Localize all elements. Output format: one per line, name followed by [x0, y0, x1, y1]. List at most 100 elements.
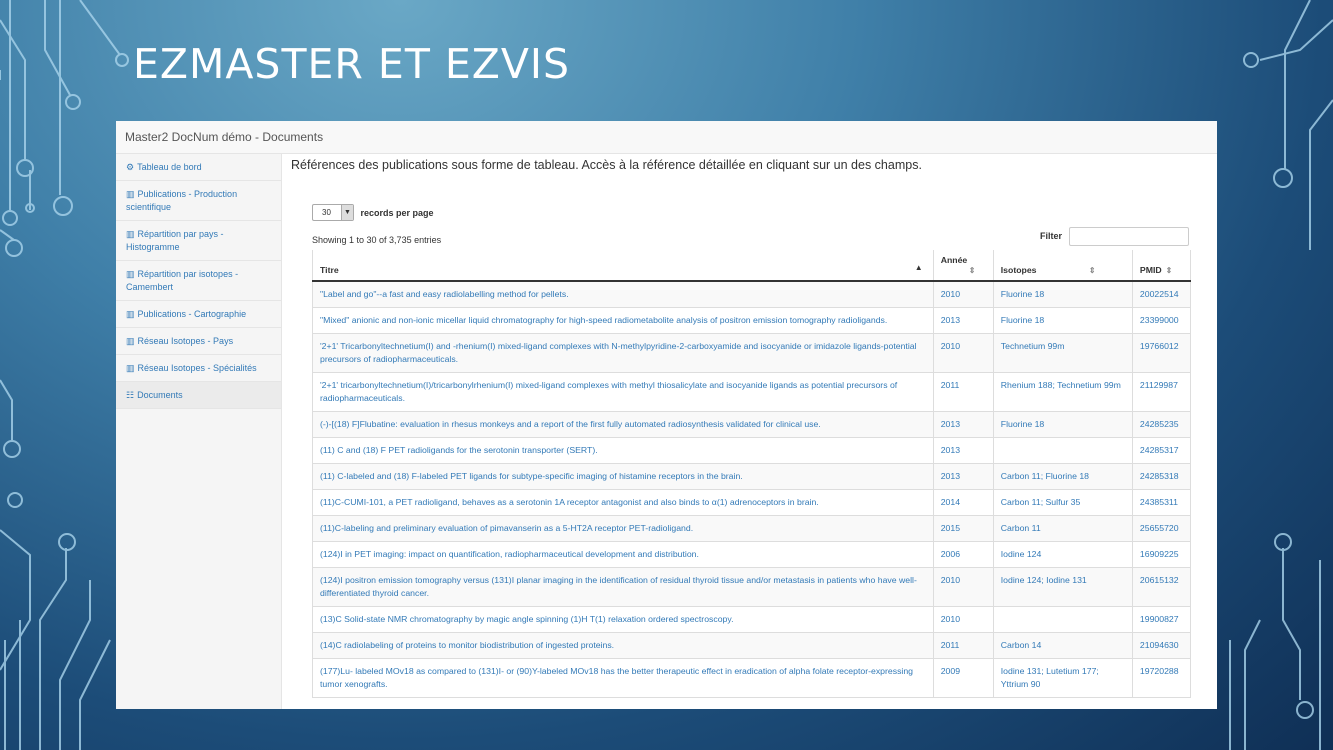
app-title[interactable]: Master2 DocNum démo - Documents: [125, 130, 323, 144]
cell-isotopes[interactable]: Rhenium 188; Technetium 99m: [992, 372, 1133, 412]
sort-icon: ⇕: [968, 266, 976, 275]
chevron-down-icon: ▼: [341, 205, 353, 220]
cell-isotopes[interactable]: Technetium 99m: [992, 333, 1133, 373]
cell-title[interactable]: (11) C-labeled and (18) F-labeled PET li…: [312, 463, 934, 490]
cell-year[interactable]: 2011: [932, 632, 994, 659]
cell-year[interactable]: 2011: [932, 372, 994, 412]
cell-title[interactable]: (11)C-CUMI-101, a PET radioligand, behav…: [312, 489, 934, 516]
filter-input[interactable]: [1068, 227, 1189, 246]
cell-pmid[interactable]: 24285235: [1131, 411, 1192, 438]
page-size-select[interactable]: 30 ▼: [312, 204, 354, 221]
table-row[interactable]: '2+1' Tricarbonyltechnetium(I) and -rhen…: [312, 333, 1192, 373]
cell-pmid[interactable]: 25655720: [1131, 515, 1192, 542]
cell-year[interactable]: 2014: [932, 489, 994, 516]
sidebar-item-label: Tableau de bord: [137, 162, 202, 172]
cell-pmid[interactable]: 20022514: [1131, 281, 1192, 308]
cell-title[interactable]: (-)-[(18) F]Flubatine: evaluation in rhe…: [312, 411, 934, 438]
sidebar-item-label: Réseau Isotopes - Spécialités: [137, 363, 257, 373]
cell-year[interactable]: 2010: [932, 333, 994, 373]
cell-pmid[interactable]: 19720288: [1131, 658, 1192, 698]
sidebar-item-documents[interactable]: ☷ Documents: [116, 382, 281, 409]
cell-title[interactable]: (11) C and (18) F PET radioligands for t…: [312, 437, 934, 464]
cell-title[interactable]: (14)C radiolabeling of proteins to monit…: [312, 632, 934, 659]
cell-pmid[interactable]: 21094630: [1131, 632, 1192, 659]
cell-pmid[interactable]: 20615132: [1131, 567, 1192, 607]
cell-pmid[interactable]: 23399000: [1131, 307, 1192, 334]
cell-title[interactable]: '2+1' Tricarbonyltechnetium(I) and -rhen…: [312, 333, 934, 373]
sidebar-item-reseau-specialites[interactable]: ▥ Réseau Isotopes - Spécialités: [116, 355, 281, 382]
cell-isotopes[interactable]: Fluorine 18: [992, 307, 1133, 334]
cell-title[interactable]: (124)I in PET imaging: impact on quantif…: [312, 541, 934, 568]
cell-title[interactable]: (11)C-labeling and preliminary evaluatio…: [312, 515, 934, 542]
table-row[interactable]: (11) C and (18) F PET radioligands for t…: [312, 437, 1192, 464]
cell-pmid[interactable]: 19900827: [1131, 606, 1192, 633]
table-row[interactable]: (11) C-labeled and (18) F-labeled PET li…: [312, 463, 1192, 490]
cell-isotopes[interactable]: Carbon 14: [992, 632, 1133, 659]
page-size-value: 30: [322, 208, 331, 217]
sidebar-item-publications[interactable]: ▥ Publications - Production scientifique: [116, 181, 281, 221]
cell-year[interactable]: 2009: [932, 658, 994, 698]
cell-year[interactable]: 2010: [932, 567, 994, 607]
cell-pmid[interactable]: 24285317: [1131, 437, 1192, 464]
cell-pmid[interactable]: 21129987: [1131, 372, 1192, 412]
sort-icon: ⇕: [1165, 266, 1173, 275]
table-row[interactable]: (11)C-CUMI-101, a PET radioligand, behav…: [312, 489, 1192, 516]
cell-pmid[interactable]: 19766012: [1131, 333, 1192, 373]
sidebar-item-cartographie[interactable]: ▥ Publications - Cartographie: [116, 301, 281, 328]
cell-isotopes[interactable]: Iodine 131; Lutetium 177; Yttrium 90: [992, 658, 1133, 698]
cell-title[interactable]: (13)C Solid-state NMR chromatography by …: [312, 606, 934, 633]
bar-chart-icon: ▥: [126, 269, 135, 279]
table-row[interactable]: (11)C-labeling and preliminary evaluatio…: [312, 515, 1192, 542]
sidebar-item-reseau-pays[interactable]: ▥ Réseau Isotopes - Pays: [116, 328, 281, 355]
table-row[interactable]: "Mixed" anionic and non-ionic micellar l…: [312, 307, 1192, 334]
cell-title[interactable]: "Label and go"--a fast and easy radiolab…: [312, 281, 934, 308]
cell-year[interactable]: 2013: [932, 463, 994, 490]
records-per-page-label: records per page: [360, 207, 434, 218]
sidebar-item-label: Répartition par pays - Histogramme: [126, 229, 224, 252]
cell-isotopes[interactable]: Fluorine 18: [992, 411, 1133, 438]
cell-isotopes[interactable]: Iodine 124: [992, 541, 1133, 568]
table-row[interactable]: (14)C radiolabeling of proteins to monit…: [312, 632, 1192, 659]
cell-year[interactable]: 2010: [932, 606, 994, 633]
cell-title[interactable]: (124)I positron emission tomography vers…: [312, 567, 934, 607]
cell-title[interactable]: "Mixed" anionic and non-ionic micellar l…: [312, 307, 934, 334]
cell-pmid[interactable]: 24385311: [1131, 489, 1192, 516]
table-row[interactable]: (177)Lu- labeled MOv18 as compared to (1…: [312, 658, 1192, 698]
sidebar-item-repartition-pays[interactable]: ▥ Répartition par pays - Histogramme: [116, 221, 281, 261]
cell-year[interactable]: 2013: [932, 411, 994, 438]
cell-year[interactable]: 2013: [932, 437, 994, 464]
cell-year[interactable]: 2015: [932, 515, 994, 542]
cell-pmid[interactable]: 16909225: [1131, 541, 1192, 568]
cell-isotopes[interactable]: Carbon 11; Fluorine 18: [992, 463, 1133, 490]
table-row[interactable]: (-)-[(18) F]Flubatine: evaluation in rhe…: [312, 411, 1192, 438]
column-header-isotopes[interactable]: Isotopes ⇕: [992, 250, 1133, 282]
documents-table: Titre ▲ Année ⇕ Isotopes ⇕ PMID ⇕ "Label…: [312, 250, 1192, 698]
app-navbar: Master2 DocNum démo - Documents: [116, 121, 1217, 154]
cell-isotopes[interactable]: Iodine 124; Iodine 131: [992, 567, 1133, 607]
table-row[interactable]: "Label and go"--a fast and easy radiolab…: [312, 281, 1192, 308]
table-row[interactable]: '2+1' tricarbonyltechnetium(I)/tricarbon…: [312, 372, 1192, 412]
sidebar-item-label: Répartition par isotopes - Camembert: [126, 269, 239, 292]
entries-info: Showing 1 to 30 of 3,735 entries: [312, 235, 442, 245]
cell-title[interactable]: '2+1' tricarbonyltechnetium(I)/tricarbon…: [312, 372, 934, 412]
column-header-annee[interactable]: Année ⇕: [932, 250, 994, 282]
cell-year[interactable]: 2006: [932, 541, 994, 568]
table-row[interactable]: (124)I positron emission tomography vers…: [312, 567, 1192, 607]
table-row[interactable]: (13)C Solid-state NMR chromatography by …: [312, 606, 1192, 633]
cell-isotopes[interactable]: Carbon 11: [992, 515, 1133, 542]
table-row[interactable]: (124)I in PET imaging: impact on quantif…: [312, 541, 1192, 568]
column-header-pmid[interactable]: PMID ⇕: [1131, 250, 1192, 282]
bar-chart-icon: ▥: [126, 309, 135, 319]
cell-isotopes[interactable]: [992, 606, 1133, 633]
column-header-titre[interactable]: Titre ▲: [312, 250, 934, 282]
sidebar-item-tableau-de-bord[interactable]: ⚙ Tableau de bord: [116, 154, 281, 181]
cell-isotopes[interactable]: Fluorine 18: [992, 281, 1133, 308]
sidebar-item-repartition-isotopes[interactable]: ▥ Répartition par isotopes - Camembert: [116, 261, 281, 301]
cell-year[interactable]: 2010: [932, 281, 994, 308]
cell-isotopes[interactable]: [992, 437, 1133, 464]
cell-title[interactable]: (177)Lu- labeled MOv18 as compared to (1…: [312, 658, 934, 698]
cell-isotopes[interactable]: Carbon 11; Sulfur 35: [992, 489, 1133, 516]
cell-pmid[interactable]: 24285318: [1131, 463, 1192, 490]
intro-text: Références des publications sous forme d…: [291, 158, 922, 172]
cell-year[interactable]: 2013: [932, 307, 994, 334]
